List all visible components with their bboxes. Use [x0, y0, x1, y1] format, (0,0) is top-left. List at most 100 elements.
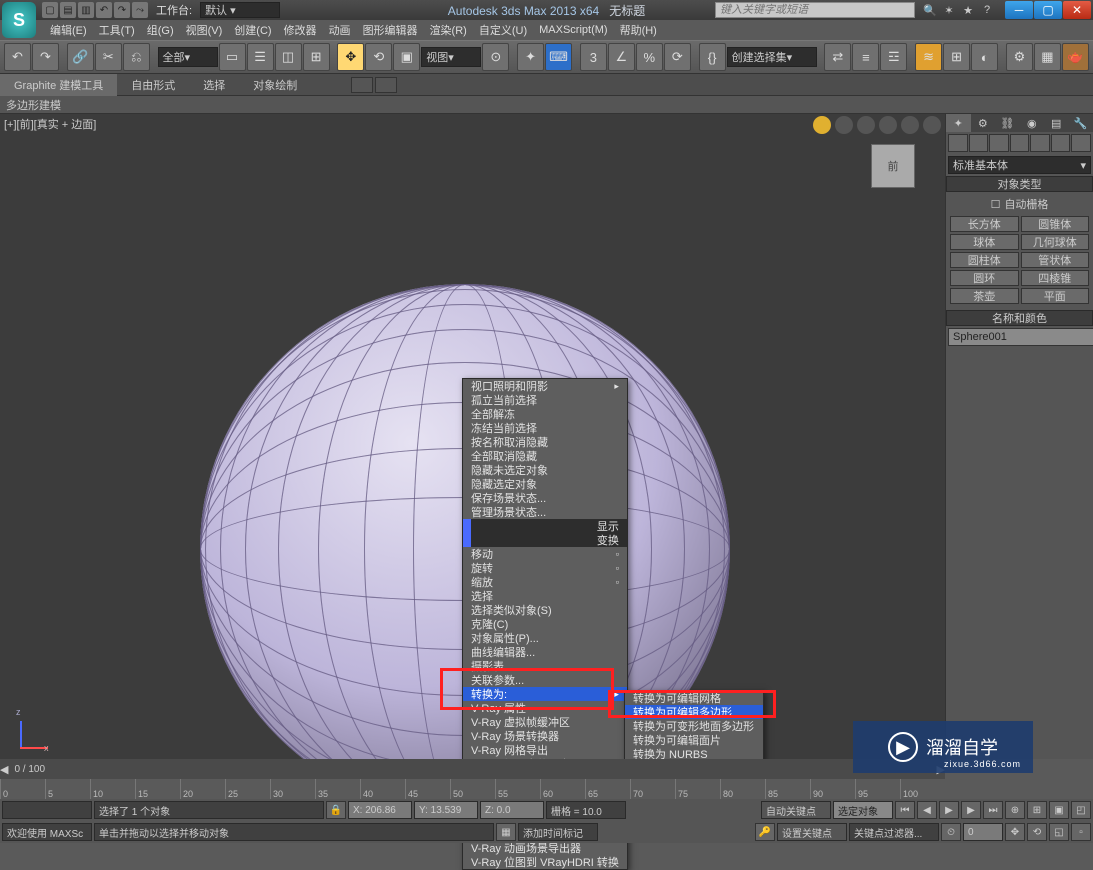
menu-maxscript[interactable]: MAXScript(M) [533, 24, 613, 36]
ctx-unhide-name[interactable]: 按名称取消隐藏 [463, 435, 627, 449]
ctx-manage-state[interactable]: 管理场景状态... [463, 505, 627, 519]
key-icon[interactable]: 🔑 [755, 823, 775, 841]
sub-editable-mesh[interactable]: 转换为可编辑网格 [625, 691, 763, 705]
tab-graphite[interactable]: Graphite 建模工具 [0, 74, 117, 96]
object-name-input[interactable] [948, 328, 1093, 346]
menu-edit[interactable]: 编辑(E) [44, 22, 93, 38]
named-selection-dropdown[interactable]: 创建选择集 ▾ [727, 47, 817, 67]
ctx-viewport-lighting[interactable]: 视口照明和阴影▸ [463, 379, 627, 393]
scale-button[interactable]: ▣ [393, 43, 420, 71]
ctx-dopesheet[interactable]: 摄影表... [463, 659, 627, 673]
sub-editable-defgnd[interactable]: 转换为可变形地面多边形 [625, 719, 763, 733]
cameras-subtab[interactable] [1010, 134, 1030, 152]
nav-fov-button[interactable]: ◰ [1071, 801, 1091, 819]
selset-dropdown[interactable]: 选定对象 [833, 801, 893, 819]
menu-rendering[interactable]: 渲染(R) [424, 22, 473, 38]
obj-teapot[interactable]: 茶壶 [950, 288, 1019, 304]
addtime-label[interactable]: 添加时间标记 [518, 823, 598, 841]
selection-filter-dropdown[interactable]: 全部 ▾ [158, 47, 218, 67]
obj-tube[interactable]: 管状体 [1021, 252, 1090, 268]
maximize-button[interactable]: ▢ [1034, 1, 1062, 19]
ctx-clone[interactable]: 克隆(C) [463, 617, 627, 631]
snap-toggle-button[interactable]: 3 [580, 43, 607, 71]
spacewarps-subtab[interactable] [1051, 134, 1071, 152]
viewport[interactable]: [+][前][真实 + 边面] 前 z x 视口照明和阴影▸ 孤立当前选择 全部… [0, 114, 945, 759]
nav-zoomall-button[interactable]: ⊞ [1027, 801, 1047, 819]
ctx-vray-anim-export[interactable]: V-Ray 动画场景导出器 [463, 841, 627, 855]
undo-button[interactable]: ↶ [4, 43, 31, 71]
utilities-tab[interactable]: 🔧 [1069, 114, 1093, 132]
spinner-snap-button[interactable]: ⟳ [664, 43, 691, 71]
select-button[interactable]: ▭ [219, 43, 246, 71]
ribbon-drop-1[interactable] [351, 77, 373, 93]
ribbon-drop-2[interactable] [375, 77, 397, 93]
edit-selection-set-button[interactable]: {} [699, 43, 726, 71]
window-crossing-button[interactable]: ⊞ [303, 43, 330, 71]
menu-tools[interactable]: 工具(T) [93, 22, 141, 38]
obj-cone[interactable]: 圆锥体 [1021, 216, 1090, 232]
help-icon[interactable]: ? [978, 2, 996, 18]
menu-modifiers[interactable]: 修改器 [278, 22, 323, 38]
ctx-hide-sel[interactable]: 隐藏选定对象 [463, 477, 627, 491]
autokey-button[interactable]: 自动关键点 [761, 801, 831, 819]
script-mini[interactable] [2, 801, 92, 819]
menu-grapheditors[interactable]: 图形编辑器 [357, 22, 424, 38]
exchange-icon[interactable]: ✶ [940, 2, 958, 18]
link-button[interactable]: 🔗 [67, 43, 94, 71]
goto-end-button[interactable]: ⏭ [983, 801, 1003, 819]
menu-group[interactable]: 组(G) [141, 22, 180, 38]
ctx-hide-unsel[interactable]: 隐藏未选定对象 [463, 463, 627, 477]
shade-icon-5[interactable] [923, 116, 941, 134]
link-icon[interactable]: ⤳ [132, 2, 148, 18]
bind-spacewarp-button[interactable]: ⎌ [123, 43, 150, 71]
close-button[interactable]: ✕ [1063, 1, 1091, 19]
viewcube[interactable]: 前 [871, 144, 915, 188]
render-setup-button[interactable]: ⚙ [1006, 43, 1033, 71]
ctx-move[interactable]: 移动▫ [463, 547, 627, 561]
select-region-button[interactable]: ◫ [275, 43, 302, 71]
align-button[interactable]: ≡ [852, 43, 879, 71]
shade-icon-4[interactable] [901, 116, 919, 134]
menu-views[interactable]: 视图(V) [180, 22, 229, 38]
ctx-vray-props[interactable]: V-Ray 属性 [463, 701, 627, 715]
ctx-obj-props[interactable]: 对象属性(P)... [463, 631, 627, 645]
systems-subtab[interactable] [1071, 134, 1091, 152]
shade-icon-1[interactable] [835, 116, 853, 134]
hierarchy-tab[interactable]: ⛓ [995, 114, 1020, 132]
time-ruler[interactable]: 0510152025303540455055606570758085909510… [0, 779, 945, 799]
current-frame[interactable]: 0 [963, 823, 1003, 841]
ref-coord-dropdown[interactable]: 视图 ▾ [421, 47, 481, 67]
nav-extra-button[interactable]: ▫ [1071, 823, 1091, 841]
time-config-button[interactable]: ⏲ [941, 823, 961, 841]
ctx-isolate[interactable]: 孤立当前选择 [463, 393, 627, 407]
select-name-button[interactable]: ☰ [247, 43, 274, 71]
create-tab[interactable]: ✦ [946, 114, 971, 132]
obj-cylinder[interactable]: 圆柱体 [950, 252, 1019, 268]
modify-tab[interactable]: ⚙ [971, 114, 996, 132]
nav-max-toggle-button[interactable]: ◱ [1049, 823, 1069, 841]
help-search-input[interactable] [715, 2, 915, 18]
ctx-rotate[interactable]: 旋转▫ [463, 561, 627, 575]
tab-objectpaint[interactable]: 对象绘制 [239, 74, 311, 96]
nav-zoom-button[interactable]: ⊕ [1005, 801, 1025, 819]
nav-pan-button[interactable]: ✥ [1005, 823, 1025, 841]
category-dropdown[interactable]: 标准基本体▾ [948, 156, 1091, 174]
menu-help[interactable]: 帮助(H) [614, 22, 663, 38]
new-icon[interactable]: ▢ [42, 2, 58, 18]
lock-selection-button[interactable]: 🔒 [326, 801, 346, 819]
obj-plane[interactable]: 平面 [1021, 288, 1090, 304]
redo-icon[interactable]: ↷ [114, 2, 130, 18]
workspace-dropdown[interactable]: 默认 ▾ [200, 2, 280, 18]
ctx-curve-editor[interactable]: 曲线编辑器... [463, 645, 627, 659]
display-tab[interactable]: ▤ [1044, 114, 1069, 132]
shade-icon-2[interactable] [857, 116, 875, 134]
helpers-subtab[interactable] [1030, 134, 1050, 152]
rotate-button[interactable]: ⟲ [365, 43, 392, 71]
curve-editor-button[interactable]: ≋ [915, 43, 942, 71]
time-slider[interactable]: ◀ 0 / 100 ▶ [0, 759, 945, 779]
ctx-select-similar[interactable]: 选择类似对象(S) [463, 603, 627, 617]
lights-subtab[interactable] [989, 134, 1009, 152]
macro-rec-button[interactable]: ▦ [496, 823, 516, 841]
angle-snap-button[interactable]: ∠ [608, 43, 635, 71]
obj-pyramid[interactable]: 四棱锥 [1021, 270, 1090, 286]
